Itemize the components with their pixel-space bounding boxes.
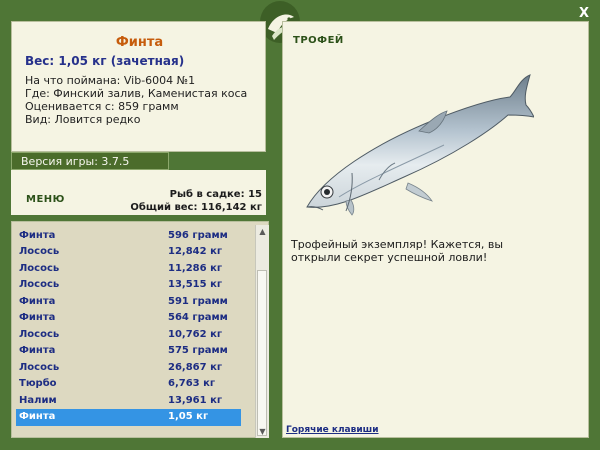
catch-fish-weight: 575 грамм [168,345,228,357]
stats-panel: МЕНЮ Рыб в садке: 15 Общий вес: 116,142 … [11,170,266,215]
catch-fish-name: Финта [19,295,56,307]
catch-fish-name: Лосось [19,361,60,373]
catch-list-row[interactable]: Лосось 10,762 кг [16,327,241,344]
catch-fish-weight: 13,515 кг [168,279,223,291]
menu-button[interactable]: МЕНЮ [26,194,65,205]
game-window: X Финта Вес: 1,05 кг (зачетная) На что п… [0,0,600,450]
catch-fish-weight: 1,05 кг [168,410,209,422]
catch-list-row[interactable]: Налим 13,961 кг [16,393,241,410]
catch-list-row[interactable]: Лосось 12,842 кг [16,244,241,261]
fish-location: Где: Финский залив, Каменистая коса [25,87,248,100]
fish-info-panel: Финта Вес: 1,05 кг (зачетная) На что пой… [11,21,266,152]
trophy-text: Трофейный экземпляр! Кажется, вы открыли… [291,238,504,264]
catch-fish-weight: 6,763 кг [168,378,216,390]
catch-fish-name: Финта [19,345,56,357]
fish-image [306,74,534,216]
catch-list-row[interactable]: Финта 596 грамм [16,228,241,245]
catch-list-row[interactable]: Финта 1,05 кг [16,408,241,426]
catch-fish-weight: 591 грамм [168,295,228,307]
trophy-panel: ТРОФЕЙ Трофейный экземпляр! Кажется, вы [282,21,589,438]
game-version: Версия игры: 3.7.5 [21,155,130,168]
total-weight: Общий вес: 116,142 кг [130,202,262,213]
catch-list-row[interactable]: Лосось 11,286 кг [16,261,241,278]
catch-stats: Рыб в садке: 15 Общий вес: 116,142 кг [130,188,262,214]
catch-list-row[interactable]: Лосось 26,867 кг [16,360,241,377]
trophy-label: ТРОФЕЙ [293,35,344,46]
fish-kind: Вид: Ловится редко [25,113,141,126]
scroll-thumb[interactable] [257,270,267,436]
catch-list-row[interactable]: Лосось 13,515 кг [16,277,241,294]
catch-fish-name: Финта [19,230,56,241]
version-bar: Версия игры: 3.7.5 [11,152,169,170]
fish-weight: Вес: 1,05 кг (зачетная) [25,54,185,68]
catch-fish-name: Лосось [19,328,60,340]
fish-name: Финта [115,35,164,50]
catch-fish-weight: 564 грамм [168,312,228,324]
catch-fish-name: Налим [19,394,57,406]
arrow-down-icon[interactable]: ▼ [256,425,269,438]
fish-estimated: Оценивается с: 859 грамм [25,100,179,113]
catch-list-row[interactable]: Финта 564 грамм [16,310,241,327]
close-button[interactable]: X [576,6,592,22]
catch-fish-weight: 26,867 кг [168,361,223,373]
catch-fish-weight: 596 грамм [168,230,228,241]
catch-fish-name: Финта [19,410,56,422]
fish-bait: На что поймана: Vib-6004 №1 [25,74,196,87]
catch-list-row[interactable]: Тюрбо 6,763 кг [16,376,241,393]
fish-count: Рыб в садке: 15 [169,189,262,200]
hotkeys-link[interactable]: Горячие клавиши [286,425,379,435]
catch-fish-weight: 12,842 кг [168,246,223,258]
catch-fish-name: Лосось [19,262,60,274]
list-scrollbar[interactable]: ▲ ▼ [255,225,269,438]
catch-list: ▲ ▼ Финта 596 грамм Лосось 12,842 кг Лосось 1… [11,221,269,438]
close-icon: X [578,6,590,21]
arrow-up-icon[interactable]: ▲ [256,225,269,238]
catch-fish-weight: 11,286 кг [168,262,223,274]
catch-fish-name: Финта [19,312,56,324]
catch-list-row[interactable]: Финта 591 грамм [16,294,241,311]
catch-fish-weight: 10,762 кг [168,328,223,340]
catch-list-row[interactable]: Финта 575 грамм [16,343,241,360]
catch-fish-name: Лосось [19,279,60,291]
catch-fish-name: Тюрбо [19,378,57,390]
catch-fish-weight: 13,961 кг [168,394,223,406]
catch-fish-name: Лосось [19,246,60,258]
